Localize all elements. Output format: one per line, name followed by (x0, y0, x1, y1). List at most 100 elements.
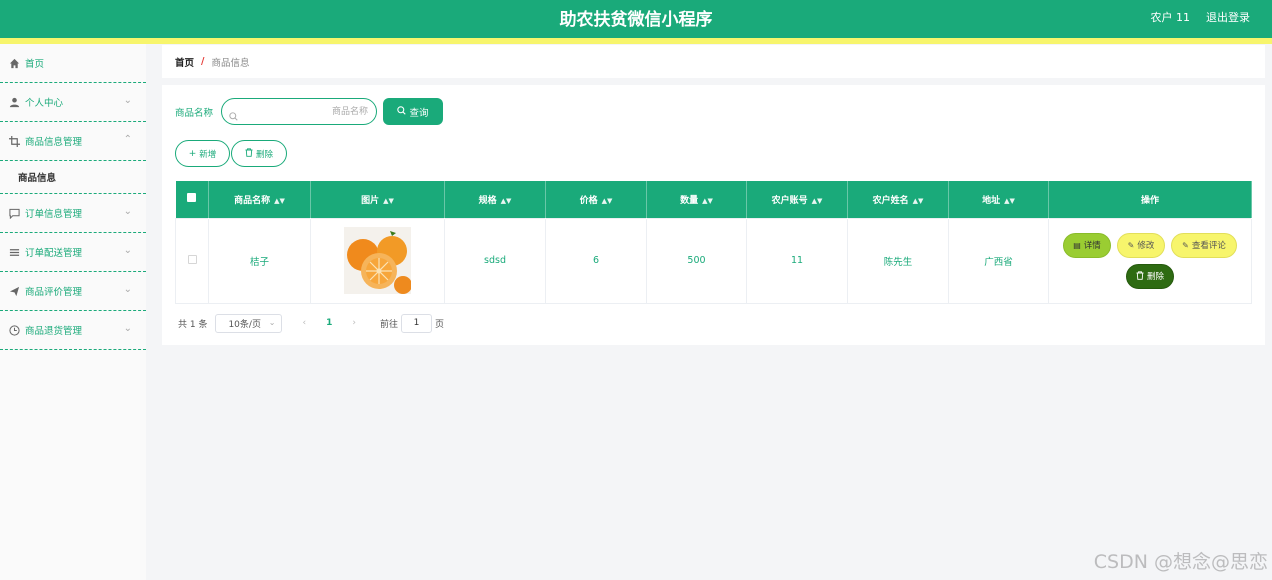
sidebar-item-personal-center[interactable]: 个人中心 ⌄ (0, 83, 146, 122)
trash-icon (1136, 270, 1144, 282)
watermark: CSDN @想念@思恋 (1093, 551, 1268, 573)
clock-icon (8, 324, 20, 336)
message-icon (8, 207, 20, 219)
cell-farmer-name: 陈先生 (847, 217, 949, 304)
column-header[interactable]: 地址 ▲▼ (948, 181, 1049, 218)
chevron-down-icon: ⌄ (123, 245, 132, 256)
sort-icon: ▲▼ (811, 196, 823, 205)
breadcrumb-separator: / (201, 56, 205, 67)
view-comments-label: 查看评论 (1191, 241, 1226, 251)
page-number[interactable]: 1 (326, 318, 332, 328)
sidebar-item-label: 订单配送管理 (25, 248, 83, 259)
cell-product-name: 桔子 (208, 217, 311, 304)
trash-icon (245, 147, 253, 160)
row-select-cell (175, 217, 209, 304)
product-table: 商品名称 ▲▼ 图片 ▲▼ 规格 ▲▼ 价格 ▲▼ 数量 ▲▼ 农户账号 ▲▼ 农户姓名 ▲▼… (175, 181, 1252, 304)
table-header-row: 商品名称 ▲▼ 图片 ▲▼ 规格 ▲▼ 价格 ▲▼ 数量 ▲▼ 农户账号 ▲▼ 农户姓名 ▲▼… (175, 181, 1252, 218)
sidebar-item-label: 商品退货管理 (25, 326, 83, 337)
prev-page-button[interactable]: ‹ (302, 318, 306, 328)
query-button[interactable]: 查询 (383, 98, 443, 125)
page-size-select[interactable]: 10条/页 ⌄ (215, 313, 283, 333)
header-select-all (175, 181, 209, 218)
chevron-down-icon: ⌄ (268, 317, 276, 327)
search-field[interactable] (221, 98, 377, 125)
home-icon (8, 57, 20, 69)
goto-page-input[interactable] (400, 313, 432, 333)
plus-icon: + (188, 148, 197, 159)
top-header: 助农扶贫微信小程序 农户 11 退出登录 (0, 0, 1272, 38)
page-size-value: 10条/页 (228, 319, 261, 330)
column-header[interactable]: 商品名称 ▲▼ (208, 181, 311, 218)
sort-icon: ▲▼ (912, 196, 924, 205)
app-title: 助农扶贫微信小程序 (559, 10, 713, 30)
breadcrumb-home[interactable]: 首页 (175, 55, 194, 69)
chevron-up-icon: ⌃ (123, 134, 132, 145)
logout-button[interactable]: 退出登录 (1206, 9, 1250, 25)
column-header[interactable]: 数量 ▲▼ (646, 181, 747, 218)
chevron-down-icon: ⌄ (123, 206, 132, 217)
product-image (344, 227, 411, 294)
sidebar-item-label: 个人中心 (25, 98, 64, 109)
pagination: 共 1 条 10条/页 ⌄ ‹ 1 › 前往 页 (178, 313, 444, 333)
goto-label: 前往 (379, 319, 398, 330)
breadcrumb-current: 商品信息 (211, 57, 250, 69)
sidebar-item-review-management[interactable]: 商品评价管理 ⌄ (0, 272, 146, 311)
column-header[interactable]: 规格 ▲▼ (444, 181, 546, 218)
sort-icon: ▲▼ (1004, 196, 1015, 205)
sidebar-item-product-management[interactable]: 商品信息管理 ⌃ (0, 122, 146, 161)
cell-spec: sdsd (444, 217, 546, 304)
detail-button[interactable]: ▤ 详情 (1063, 232, 1111, 258)
edit-button[interactable]: ✎ 修改 (1117, 232, 1165, 258)
select-all-checkbox[interactable] (187, 193, 197, 203)
sort-icon: ▲▼ (702, 196, 713, 205)
current-user: 农户 11 (1150, 11, 1191, 24)
batch-delete-button[interactable]: 删除 (231, 140, 287, 167)
header-accent-stripe (0, 38, 1272, 44)
sidebar-item-home[interactable]: 首页 (0, 44, 146, 83)
column-header[interactable]: 图片 ▲▼ (310, 181, 445, 218)
goto-suffix: 页 (434, 319, 444, 330)
main-content: 商品名称 查询 + 新增 删除 商品名称▲▼ 图片▲▼ 规格 (162, 85, 1265, 345)
sidebar-item-label: 首页 (25, 59, 45, 70)
column-header-ops: 操作 (1048, 181, 1252, 218)
document-icon: ▤ (1073, 240, 1081, 250)
sidebar-item-label: 订单信息管理 (25, 209, 83, 220)
search-input[interactable] (244, 103, 368, 121)
cell-address: 广西省 (948, 217, 1049, 304)
sort-icon: ▲▼ (274, 196, 285, 205)
sidebar-item-label: 商品评价管理 (25, 287, 83, 298)
view-comments-button[interactable]: ✎ 查看评论 (1171, 232, 1237, 258)
cell-price: 6 (545, 217, 647, 304)
crop-icon (8, 135, 20, 147)
column-header[interactable]: 价格 ▲▼ (545, 181, 647, 218)
sidebar: 首页 个人中心 ⌄ 商品信息管理 ⌃ 商品信息 订单信息管理 ⌄ 订单配送管理 … (0, 44, 146, 580)
search-icon (397, 105, 407, 118)
table-row: 桔子 sdsd 6 500 11 陈先生 广西省 ▤ 详情 ✎ 修改 ✎ 查看评… (175, 217, 1252, 304)
search-label: 商品名称 (175, 108, 214, 119)
column-header[interactable]: 农户姓名 ▲▼ (847, 181, 949, 218)
row-delete-button[interactable]: 删除 (1126, 263, 1174, 289)
sidebar-item-order-management[interactable]: 订单信息管理 ⌄ (0, 194, 146, 233)
send-icon (8, 285, 20, 297)
delete-button-label: 删除 (255, 149, 273, 160)
sort-icon: ▲▼ (383, 196, 394, 205)
user-icon (8, 96, 20, 108)
row-checkbox[interactable] (187, 254, 197, 264)
search-icon (229, 106, 238, 125)
add-button[interactable]: + 新增 (175, 140, 230, 167)
column-header[interactable]: 农户账号 ▲▼ (746, 181, 848, 218)
sidebar-subitem-product-info[interactable]: 商品信息 (0, 161, 146, 194)
sidebar-item-return-management[interactable]: 商品退货管理 ⌄ (0, 311, 146, 350)
chevron-down-icon: ⌄ (123, 95, 132, 106)
sidebar-item-delivery-management[interactable]: 订单配送管理 ⌄ (0, 233, 146, 272)
total-count: 共 1 条 (178, 319, 208, 330)
edit-icon: ✎ (1127, 240, 1135, 250)
detail-button-label: 详情 (1083, 241, 1101, 251)
chevron-down-icon: ⌄ (123, 323, 132, 334)
query-button-label: 查询 (409, 107, 429, 119)
list-icon (8, 246, 20, 258)
cell-farmer-account: 11 (746, 217, 848, 304)
sidebar-item-label: 商品信息管理 (25, 137, 83, 148)
next-page-button[interactable]: › (352, 318, 356, 328)
edit-icon: ✎ (1182, 240, 1189, 250)
